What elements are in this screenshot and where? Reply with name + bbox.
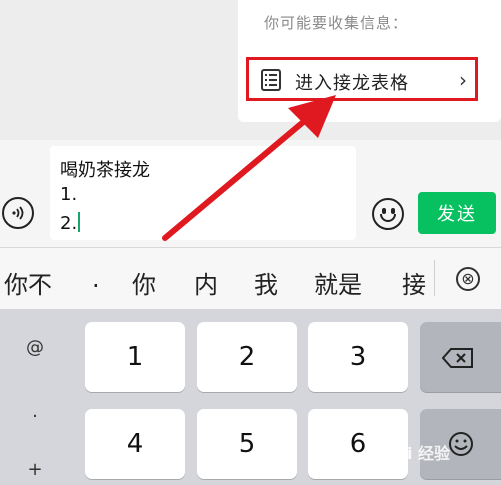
list-icon — [261, 69, 281, 91]
input-bar: 喝奶茶接龙 1. 2. 发送 — [0, 140, 501, 247]
message-line-3-text: 2. — [60, 213, 78, 234]
enter-relay-sheet-button[interactable]: 进入接龙表格 › — [246, 57, 478, 101]
chat-area: 你可能要收集信息： 进入接龙表格 › — [0, 0, 501, 140]
backspace-key[interactable] — [420, 322, 501, 392]
key-2[interactable]: 2 — [197, 322, 297, 392]
candidate-item[interactable]: 接 — [402, 265, 426, 300]
emoji-icon[interactable] — [372, 198, 404, 230]
key-1[interactable]: 1 — [85, 322, 185, 392]
candidate-item[interactable]: . — [92, 265, 100, 293]
symbol-key-at[interactable]: @ — [0, 337, 70, 358]
message-line-1: 喝奶茶接龙 — [60, 160, 150, 181]
voice-icon[interactable] — [2, 197, 34, 229]
message-input[interactable]: 喝奶茶接龙 1. 2. — [50, 146, 356, 240]
symbol-key-dot[interactable]: . — [0, 401, 70, 422]
watermark: Bai 经验 — [384, 444, 451, 463]
voice-waves-icon — [12, 206, 24, 220]
candidate-bar: 你不 . 你 内 我 就是 接 ⊗ — [0, 247, 501, 310]
suggestion-item-label: 进入接龙表格 — [295, 73, 409, 94]
send-button[interactable]: 发送 — [418, 192, 496, 234]
candidate-separator — [434, 260, 435, 296]
close-candidates-icon[interactable]: ⊗ — [456, 267, 480, 291]
text-caret — [78, 212, 81, 232]
candidate-item[interactable]: 就是 — [314, 265, 362, 300]
symbol-key-plus[interactable]: + — [0, 459, 70, 480]
chevron-right-icon: › — [459, 68, 467, 92]
symbol-column: @ . + — [0, 309, 70, 485]
suggestion-popup: 你可能要收集信息： 进入接龙表格 › — [238, 0, 501, 122]
smile-icon — [449, 432, 473, 456]
key-3[interactable]: 3 — [308, 322, 408, 392]
key-5[interactable]: 5 — [197, 409, 297, 479]
emoji-mouth — [380, 214, 396, 222]
message-line-2: 1. — [60, 184, 78, 205]
key-4[interactable]: 4 — [85, 409, 185, 479]
candidate-item[interactable]: 我 — [254, 265, 278, 300]
candidate-item[interactable]: 你 — [132, 265, 156, 300]
suggestion-title: 你可能要收集信息： — [264, 14, 409, 32]
backspace-icon — [442, 348, 473, 368]
candidate-item[interactable]: 你不 — [4, 265, 52, 300]
candidate-item[interactable]: 内 — [194, 265, 218, 300]
message-line-3: 2. — [60, 212, 81, 234]
